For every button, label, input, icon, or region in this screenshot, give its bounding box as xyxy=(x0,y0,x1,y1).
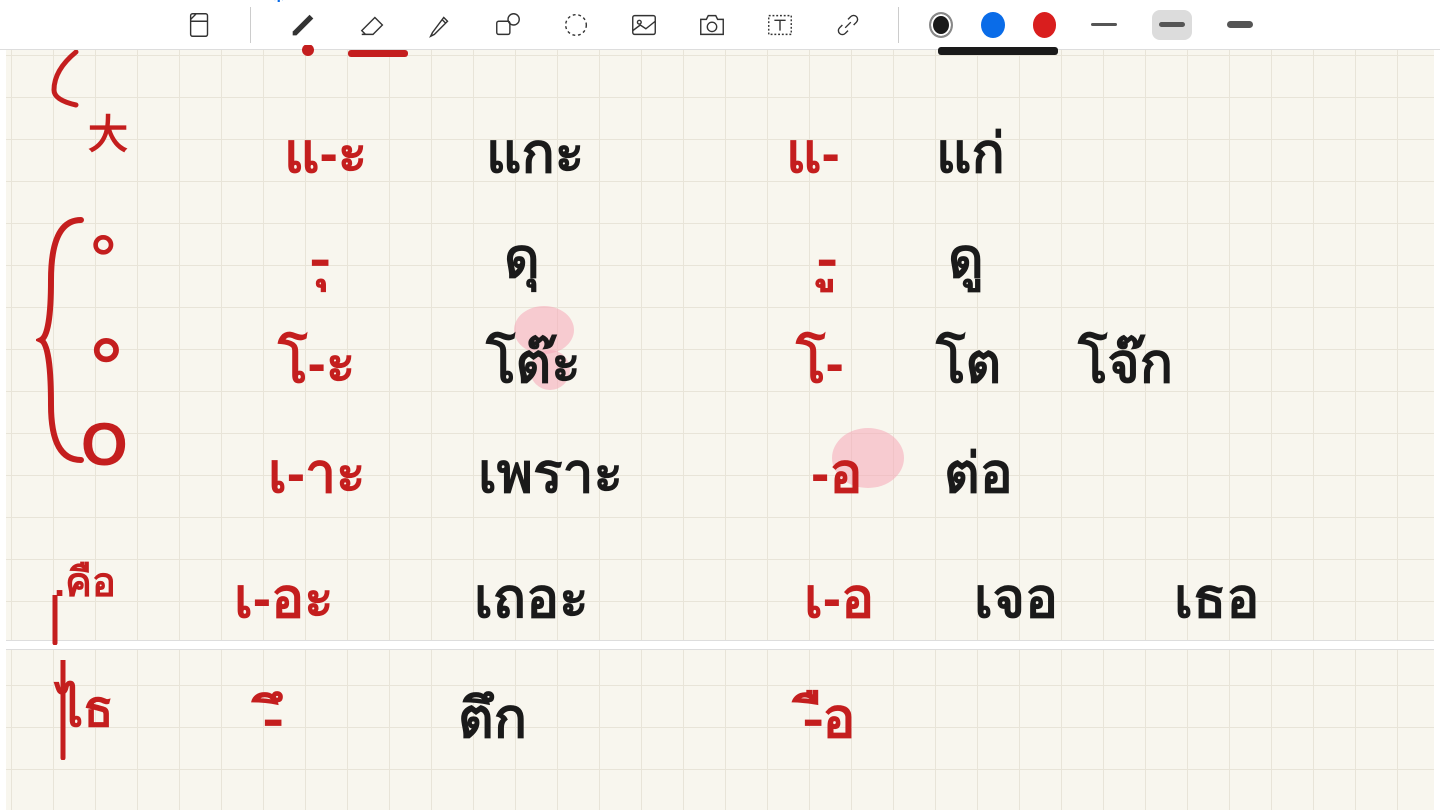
stroke xyxy=(58,660,68,760)
color-red[interactable] xyxy=(1033,12,1057,38)
eraser-tool-icon[interactable] xyxy=(353,3,393,47)
toolbar-divider xyxy=(250,7,251,43)
brace-stroke xyxy=(36,210,86,470)
long-example-2: เธอ xyxy=(1174,555,1259,642)
color-blue[interactable] xyxy=(981,12,1005,38)
long-vowel: -ือ xyxy=(804,675,855,762)
short-example: เถอะ xyxy=(474,555,589,642)
link-tool-icon[interactable] xyxy=(828,3,868,47)
pen-tool-icon[interactable] xyxy=(281,3,325,47)
long-vowel: -ู xyxy=(818,215,836,302)
page-tool-icon[interactable] xyxy=(180,3,220,47)
shape-tool-icon[interactable] xyxy=(488,3,528,47)
stroke xyxy=(50,595,60,645)
margin-note: .คือ xyxy=(54,550,116,614)
long-example: ต่อ xyxy=(944,430,1013,517)
long-example: โต xyxy=(936,320,1001,407)
short-vowel: -ึ xyxy=(264,675,282,762)
long-example: แก่ xyxy=(936,110,1005,197)
color-black[interactable] xyxy=(929,12,953,38)
image-tool-icon[interactable] xyxy=(624,3,664,47)
highlighter-tool-icon[interactable] xyxy=(421,3,461,47)
stroke-thick[interactable] xyxy=(1220,10,1260,40)
margin-note: ๐ xyxy=(91,305,122,384)
bracket-stroke xyxy=(46,50,86,110)
short-example: เพราะ xyxy=(478,430,623,517)
long-example: ดู xyxy=(948,215,984,302)
lasso-tool-icon[interactable] xyxy=(556,3,596,47)
short-vowel: เ-าะ xyxy=(268,430,366,517)
short-vowel: โ-ะ xyxy=(278,320,355,407)
bluetooth-icon: ✱ xyxy=(273,0,285,6)
toolbar-divider xyxy=(898,7,899,43)
long-vowel: แ- xyxy=(786,110,840,197)
margin-note: ๐ xyxy=(91,208,115,272)
long-example: เจอ xyxy=(974,555,1058,642)
short-vowel: เ-อะ xyxy=(234,555,334,642)
short-vowel: -ุ xyxy=(311,215,329,302)
toolbar: ✱ xyxy=(0,0,1440,50)
short-example: แกะ xyxy=(486,110,584,197)
long-vowel: โ- xyxy=(796,320,844,407)
short-example: ดุ xyxy=(504,215,540,302)
long-example-2: โจ๊ก xyxy=(1078,320,1173,407)
long-vowel: -อ xyxy=(811,430,862,517)
prev-row-remnant xyxy=(288,45,1088,65)
camera-tool-icon[interactable] xyxy=(692,3,732,47)
margin-note: O xyxy=(81,410,128,479)
text-tool-icon[interactable] xyxy=(760,3,800,47)
short-vowel: แ-ะ xyxy=(284,110,367,197)
margin-note: 大 xyxy=(88,102,128,160)
stroke-medium[interactable] xyxy=(1152,10,1192,40)
short-example: ตึก xyxy=(458,675,527,762)
short-example: โต๊ะ xyxy=(486,320,581,407)
canvas[interactable]: 大 ๐ ๐ O .คือ ไธ แ-ะ แกะ แ- แก่ -ุ ดุ -ู … xyxy=(0,50,1440,810)
long-vowel: เ-อ xyxy=(804,555,874,642)
stroke-thin[interactable] xyxy=(1084,10,1124,40)
